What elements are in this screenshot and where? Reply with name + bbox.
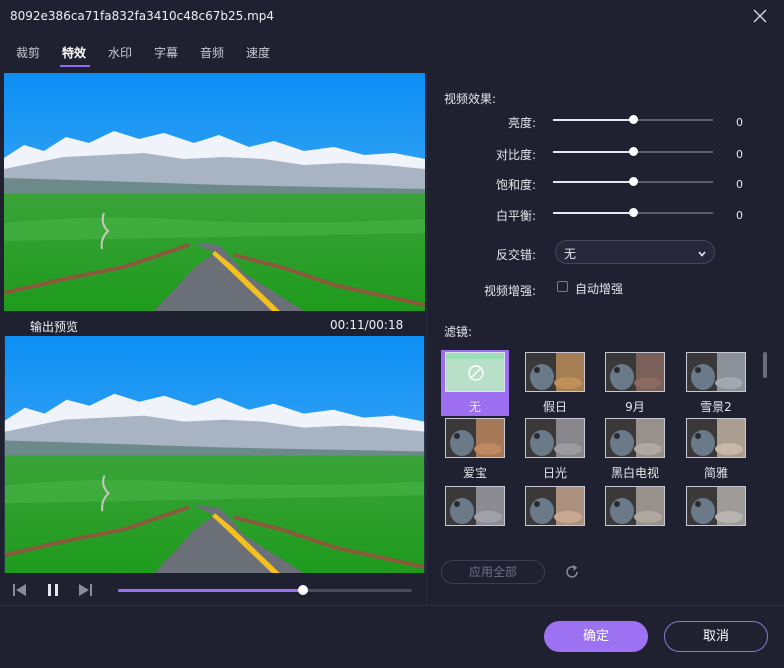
tab-speed[interactable]: 速度 bbox=[246, 44, 270, 61]
filter-bw-tv[interactable]: 黑白电视 bbox=[601, 416, 669, 482]
deinterlace-value: 无 bbox=[564, 247, 577, 261]
seek-progress bbox=[118, 589, 304, 592]
saturation-slider[interactable] bbox=[553, 177, 713, 186]
chevron-down-icon bbox=[697, 248, 707, 262]
tab-subtitles[interactable]: 字幕 bbox=[154, 44, 178, 61]
saturation-label: 饱和度: bbox=[495, 178, 536, 192]
brightness-value: 0 bbox=[736, 116, 743, 129]
pause-icon[interactable] bbox=[45, 582, 61, 601]
filter-name: 黑白电视 bbox=[610, 466, 659, 480]
filter-thumbnail bbox=[686, 418, 746, 458]
window-title: 8092e386ca71fa832fa3410c48c67b25.mp4 bbox=[10, 9, 275, 23]
filter-thumbnail bbox=[525, 418, 585, 458]
filter-jianya[interactable]: 简雅 bbox=[682, 416, 750, 482]
filter-name: 无 bbox=[468, 400, 481, 414]
contrast-fill bbox=[553, 151, 633, 153]
filter-september[interactable]: 9月 bbox=[601, 350, 669, 416]
contrast-slider[interactable] bbox=[553, 147, 713, 156]
filter-thumbnail bbox=[605, 418, 665, 458]
tab-bar: 裁剪 特效 水印 字幕 音频 速度 bbox=[0, 44, 426, 70]
video-enhance-label: 视频增强: bbox=[483, 284, 536, 298]
filter-thumbnail bbox=[605, 486, 665, 526]
apply-all-button[interactable]: 应用全部 bbox=[441, 560, 545, 584]
white-balance-value: 0 bbox=[736, 209, 743, 222]
reset-icon[interactable] bbox=[563, 563, 581, 584]
seek-handle[interactable] bbox=[298, 585, 309, 595]
filter-scrollbar[interactable] bbox=[763, 352, 767, 378]
filter-none[interactable]: 无 bbox=[441, 350, 509, 416]
filter-name: 雪景2 bbox=[700, 400, 732, 414]
deinterlace-label: 反交错: bbox=[495, 248, 536, 262]
filter-thumbnail bbox=[686, 352, 746, 392]
filters-label: 滤镜: bbox=[444, 325, 473, 339]
filter-extra-1[interactable] bbox=[441, 484, 509, 550]
tab-audio[interactable]: 音频 bbox=[200, 44, 224, 61]
white-balance-handle[interactable] bbox=[629, 208, 638, 217]
filter-extra-4[interactable] bbox=[682, 484, 750, 550]
filter-aibao[interactable]: 爱宝 bbox=[441, 416, 509, 482]
seek-bar[interactable] bbox=[118, 585, 412, 595]
filter-thumbnail bbox=[605, 352, 665, 392]
brightness-label: 亮度: bbox=[507, 116, 536, 130]
saturation-value: 0 bbox=[736, 178, 743, 191]
next-frame-icon[interactable] bbox=[77, 582, 93, 601]
filter-thumbnail bbox=[525, 352, 585, 392]
brightness-slider[interactable] bbox=[553, 115, 713, 124]
previous-frame-icon[interactable] bbox=[12, 582, 28, 601]
contrast-value: 0 bbox=[736, 148, 743, 161]
panel-divider bbox=[426, 73, 427, 605]
output-preview-label: 输出预览 bbox=[30, 320, 79, 334]
saturation-fill bbox=[553, 181, 633, 183]
filter-sunlight[interactable]: 日光 bbox=[521, 416, 589, 482]
white-balance-slider[interactable] bbox=[553, 208, 713, 217]
footer-divider bbox=[0, 605, 784, 606]
tab-crop[interactable]: 裁剪 bbox=[16, 44, 40, 61]
timecode: 00:11/00:18 bbox=[330, 318, 404, 332]
tab-effects[interactable]: 特效 bbox=[62, 44, 86, 61]
output-video-preview bbox=[4, 336, 425, 573]
player-controls bbox=[0, 578, 426, 604]
deinterlace-select[interactable]: 无 bbox=[555, 240, 715, 264]
filter-thumbnail bbox=[445, 418, 505, 458]
filter-thumbnail bbox=[445, 486, 505, 526]
original-video-preview bbox=[4, 73, 425, 311]
filter-extra-3[interactable] bbox=[601, 484, 669, 550]
filter-thumbnail bbox=[525, 486, 585, 526]
contrast-handle[interactable] bbox=[629, 147, 638, 156]
filter-name: 简雅 bbox=[703, 466, 728, 480]
white-balance-label: 白平衡: bbox=[495, 209, 536, 223]
video-effects-label: 视频效果: bbox=[444, 92, 497, 106]
tab-watermark[interactable]: 水印 bbox=[108, 44, 132, 61]
filter-name: 爱宝 bbox=[462, 466, 487, 480]
filter-thumbnail bbox=[686, 486, 746, 526]
auto-enhance-label[interactable]: 自动增强 bbox=[575, 280, 623, 297]
filter-name: 日光 bbox=[542, 466, 567, 480]
filter-name: 9月 bbox=[625, 400, 645, 414]
active-tab-indicator bbox=[60, 65, 90, 67]
filter-name: 假日 bbox=[542, 400, 567, 414]
ok-button[interactable]: 确定 bbox=[544, 621, 648, 652]
brightness-handle[interactable] bbox=[629, 115, 638, 124]
filter-holiday[interactable]: 假日 bbox=[521, 350, 589, 416]
saturation-handle[interactable] bbox=[629, 177, 638, 186]
filter-thumbnail bbox=[445, 352, 505, 392]
cancel-button[interactable]: 取消 bbox=[664, 621, 768, 652]
close-icon[interactable] bbox=[750, 6, 770, 26]
auto-enhance-checkbox[interactable] bbox=[557, 281, 568, 292]
brightness-fill bbox=[553, 119, 633, 121]
white-balance-fill bbox=[553, 212, 633, 214]
filter-extra-2[interactable] bbox=[521, 484, 589, 550]
title-bar: 8092e386ca71fa832fa3410c48c67b25.mp4 bbox=[0, 0, 784, 34]
filter-snow2[interactable]: 雪景2 bbox=[682, 350, 750, 416]
contrast-label: 对比度: bbox=[495, 148, 536, 162]
